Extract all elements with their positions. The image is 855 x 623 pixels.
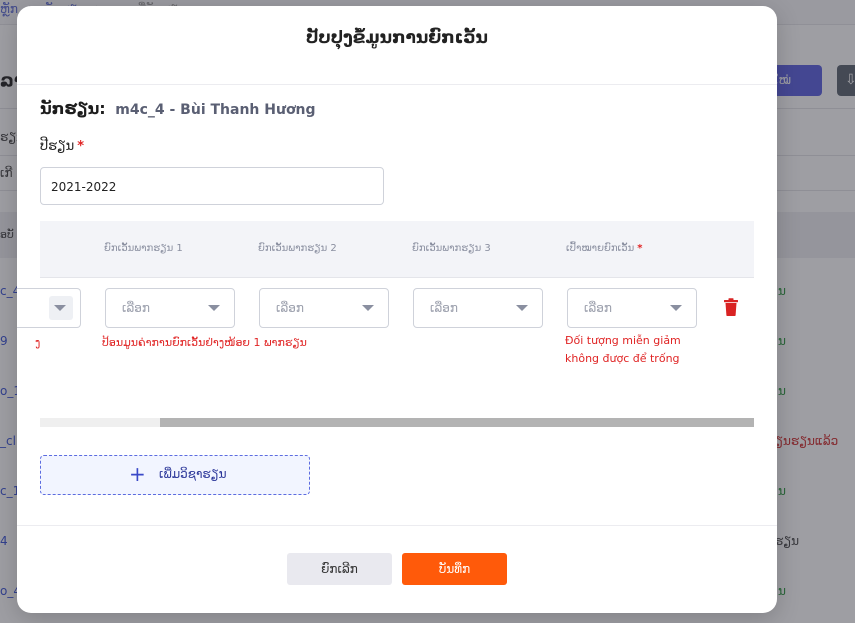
year-input[interactable]: 2021-2022: [40, 167, 384, 205]
cancel-button[interactable]: ຍົກເລີກ: [287, 553, 392, 585]
select-placeholder: ເລືອກ: [584, 301, 612, 315]
modal-title: ປັບປຸງຂໍ້ມູນການຍົກເວັ້ນ: [306, 28, 488, 48]
chevron-down-icon: [362, 305, 374, 311]
add-subject-label: ເພີ່ມວິຊາຮຽນ: [159, 467, 227, 481]
scrollbar-thumb[interactable]: [160, 418, 754, 427]
student-info: ນັກຮຽນ: m4c_4 - Bùi Thanh Hương: [40, 99, 316, 118]
target-error: Đối tượng miễn giảm không được để trống: [565, 332, 705, 368]
year-label: ປີຮຽນ *: [40, 139, 84, 154]
column-target-label: ເປົ້າໝາຍຍົກເວັ້ນ: [566, 243, 635, 254]
select-placeholder: ເລືອກ: [276, 301, 304, 315]
semester-1-select[interactable]: ເລືອກ: [105, 288, 235, 328]
save-button[interactable]: ບັນທຶກ: [402, 553, 507, 585]
subject-select[interactable]: [17, 288, 81, 328]
semester-3-select[interactable]: ເລືອກ: [413, 288, 543, 328]
trash-icon[interactable]: [723, 298, 739, 316]
column-semester-2: ຍົກເວັ້ນພາກຮຽນ 2: [258, 243, 337, 254]
column-semester-1: ຍົກເວັ້ນພາກຮຽນ 1: [104, 243, 183, 254]
semester-error: ປ້ອນມູນຄ່າການຍົກເວັ້ນຢ່າງໜ້ອຍ 1 ພາກຮຽນ: [102, 336, 307, 349]
year-label-text: ປີຮຽນ: [40, 139, 75, 154]
chevron-down-icon: [54, 305, 66, 311]
horizontal-scrollbar[interactable]: [40, 418, 754, 427]
exemption-table-header: ຍົກເວັ້ນພາກຮຽນ 1 ຍົກເວັ້ນພາກຮຽນ 2 ຍົກເວັ…: [40, 221, 754, 278]
select-placeholder: ເລືອກ: [430, 301, 458, 315]
column-semester-3: ຍົກເວັ້ນພາກຮຽນ 3: [412, 243, 491, 254]
chevron-down-icon: [670, 305, 682, 311]
student-label: ນັກຮຽນ:: [40, 99, 106, 118]
target-select[interactable]: ເລືອກ: [567, 288, 697, 328]
column-target: ເປົ້າໝາຍຍົກເວັ້ນ *: [566, 243, 642, 254]
select-placeholder: ເລືອກ: [122, 301, 150, 315]
add-subject-button[interactable]: + ເພີ່ມວິຊາຮຽນ: [40, 455, 310, 495]
footer-divider: [17, 525, 777, 526]
student-value: m4c_4 - Bùi Thanh Hương: [115, 102, 316, 118]
modal-header: ປັບປຸງຂໍ້ມູນການຍົກເວັ້ນ: [17, 6, 777, 85]
target-error-line: không được để trống: [565, 352, 680, 365]
subject-error: ງ: [35, 336, 41, 349]
chevron-down-icon: [208, 305, 220, 311]
exemption-modal: ປັບປຸງຂໍ້ມູນການຍົກເວັ້ນ ນັກຮຽນ: m4c_4 - …: [17, 6, 777, 613]
required-marker: *: [637, 243, 643, 254]
chevron-down-icon: [516, 305, 528, 311]
required-marker: *: [77, 139, 85, 154]
semester-2-select[interactable]: ເລືອກ: [259, 288, 389, 328]
plus-icon: +: [129, 462, 146, 486]
target-error-line: Đối tượng miễn giảm: [565, 334, 681, 347]
